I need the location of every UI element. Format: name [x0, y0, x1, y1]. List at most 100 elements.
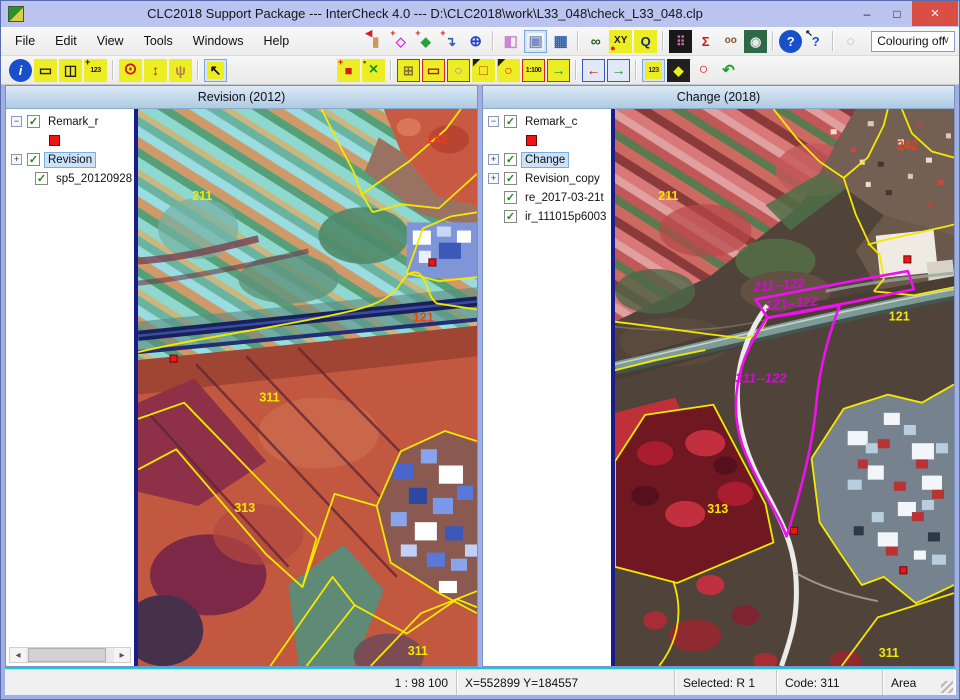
info-icon[interactable]: i [9, 59, 32, 82]
attribute-table-icon[interactable]: ▦ [549, 30, 572, 53]
select-rect-icon[interactable]: □◤ [472, 59, 495, 82]
remark-marker[interactable] [900, 567, 907, 574]
status-code: Code: 311 [777, 670, 883, 695]
layer-row-change[interactable]: + ✓ Change [483, 150, 611, 169]
select-region-icon[interactable]: ○◤ [497, 59, 520, 82]
window-preview-icon[interactable]: ▣ [524, 30, 547, 53]
menu-file[interactable]: File [5, 30, 45, 52]
open-clip-file-icon[interactable]: ▮◀ [364, 30, 387, 53]
colouring-dropdown[interactable]: Colouring off ∨ [871, 31, 955, 52]
revision-map-view[interactable]: 242 211 121 311 313 311 [134, 109, 477, 666]
minimize-button[interactable]: – [852, 1, 882, 26]
menu-view[interactable]: View [87, 30, 134, 52]
move-vertex-icon[interactable]: ↴+ [439, 30, 462, 53]
delete-remark-icon[interactable]: ×▪ [362, 59, 385, 82]
goto-next-icon[interactable]: → [547, 59, 570, 82]
close-button[interactable]: × [912, 1, 958, 26]
collapse-icon[interactable]: − [488, 116, 499, 127]
snapshot-camera-icon[interactable]: ◉ [744, 30, 767, 53]
revision-map-canvas[interactable]: 242 211 121 311 313 311 [138, 109, 477, 666]
query-window-icon[interactable]: Q [634, 30, 657, 53]
remark-marker[interactable] [791, 527, 798, 534]
legend-colors-icon[interactable]: ⠿ [669, 30, 692, 53]
globe-icon[interactable]: ⊕ [464, 30, 487, 53]
layer-row-revision[interactable]: + ✓ Revision [6, 150, 134, 169]
statistics-icon[interactable]: Σ [694, 30, 717, 53]
undo-icon[interactable]: ↶ [717, 59, 740, 82]
review-glasses-icon[interactable]: oo [719, 30, 742, 53]
measure-area-icon[interactable]: ◫ [59, 59, 82, 82]
copy-polygon-icon[interactable]: ⊞ [397, 59, 420, 82]
remark-marker[interactable] [429, 259, 436, 266]
zoom-extent-icon[interactable]: ↕ [144, 59, 167, 82]
visibility-checkbox[interactable]: ✓ [504, 191, 517, 204]
status-coordinates: X=552899 Y=184557 [457, 670, 675, 695]
select-arrow-icon[interactable]: ↖ [204, 59, 227, 82]
previous-view-icon[interactable]: ← [582, 59, 605, 82]
resize-grip-icon[interactable] [941, 681, 953, 693]
visibility-checkbox[interactable]: ✓ [504, 115, 517, 128]
layer-label[interactable]: Remark_r [45, 115, 101, 129]
find-binoculars-icon[interactable]: ∞ [584, 30, 607, 53]
menu-windows[interactable]: Windows [183, 30, 254, 52]
next-view-icon[interactable]: → [607, 59, 630, 82]
flash-boundary-icon[interactable]: ○ [692, 59, 715, 82]
menu-help[interactable]: Help [253, 30, 299, 52]
colouring-shape-icon: ○ [839, 30, 862, 53]
scale-1-100-icon[interactable]: 1:100 [522, 59, 545, 82]
remark-marker[interactable] [904, 256, 911, 263]
layer-label[interactable]: ir_111015p6003 [522, 210, 609, 224]
mask-icon[interactable]: ◆ [667, 59, 690, 82]
polygon-icon[interactable]: ○ [447, 59, 470, 82]
scroll-left-button[interactable]: ◂ [10, 648, 26, 662]
add-area-icon[interactable]: ◆+ [414, 30, 437, 53]
layer-label[interactable]: Revision_copy [522, 172, 603, 186]
expand-icon[interactable]: + [488, 154, 499, 165]
colouring-dropdown-value: Colouring off [877, 34, 945, 48]
visibility-checkbox[interactable]: ✓ [27, 115, 40, 128]
change-map-view[interactable]: 242 211 121 313 311 211--122 121--122 31… [611, 109, 954, 666]
expand-icon[interactable]: + [488, 173, 499, 184]
scroll-thumb[interactable] [28, 648, 106, 662]
visibility-checkbox[interactable]: ✓ [504, 172, 517, 185]
pan-hand-icon[interactable]: ψ [169, 59, 192, 82]
measure-length-icon[interactable]: ▭ [34, 59, 57, 82]
remark-marker[interactable] [170, 355, 177, 362]
xy-position-icon[interactable]: XY● [609, 30, 632, 53]
help-icon[interactable]: ? [779, 30, 802, 53]
visibility-checkbox[interactable]: ✓ [504, 210, 517, 223]
zoom-window-icon[interactable]: ⊙ [119, 59, 142, 82]
layer-row-sp5[interactable]: ✓ sp5_20120928 [6, 169, 134, 188]
maximize-button[interactable]: □ [882, 1, 912, 26]
tree-horizontal-scrollbar[interactable]: ◂ ▸ [9, 647, 131, 663]
count-icon[interactable]: 123+ [84, 59, 107, 82]
change-map-canvas[interactable]: 242 211 121 313 311 211--122 121--122 31… [615, 109, 954, 666]
layer-label[interactable]: sp5_20120928 [53, 172, 135, 186]
status-scale: 1 : 98 100 [5, 670, 457, 695]
layer-row-re2017[interactable]: ✓ re_2017-03-21t [483, 188, 611, 207]
layer-label[interactable]: Remark_c [522, 115, 580, 129]
layer-row-remark-r[interactable]: − ✓ Remark_r [6, 112, 134, 131]
menu-edit[interactable]: Edit [45, 30, 87, 52]
menu-tools[interactable]: Tools [134, 30, 183, 52]
layer-row-revision-copy[interactable]: + ✓ Revision_copy [483, 169, 611, 188]
layer-row-remark-c[interactable]: − ✓ Remark_c [483, 112, 611, 131]
expand-icon[interactable]: + [11, 154, 22, 165]
collapse-icon[interactable]: − [11, 116, 22, 127]
add-change-polygon-icon[interactable]: ◇+ [389, 30, 412, 53]
rectangle-icon[interactable]: ▭ [422, 59, 445, 82]
add-remark-icon[interactable]: ■+ [337, 59, 360, 82]
layer-label-selected[interactable]: Revision [45, 153, 95, 167]
layer-label[interactable]: re_2017-03-21t [522, 191, 607, 205]
visibility-checkbox[interactable]: ✓ [35, 172, 48, 185]
context-help-icon[interactable]: ?↖ [804, 30, 827, 53]
visibility-checkbox[interactable]: ✓ [504, 153, 517, 166]
show-codes-icon[interactable]: 123 [642, 59, 665, 82]
chevron-down-icon: ∨ [943, 35, 950, 46]
visibility-checkbox[interactable]: ✓ [27, 153, 40, 166]
window-layout-icon[interactable]: ◧ [499, 30, 522, 53]
scroll-right-button[interactable]: ▸ [114, 648, 130, 662]
workspace: Revision (2012) − ✓ Remark_r + ✓ Revisio… [5, 85, 955, 667]
layer-row-ir111015[interactable]: ✓ ir_111015p6003 [483, 207, 611, 226]
layer-label-selected[interactable]: Change [522, 153, 568, 167]
